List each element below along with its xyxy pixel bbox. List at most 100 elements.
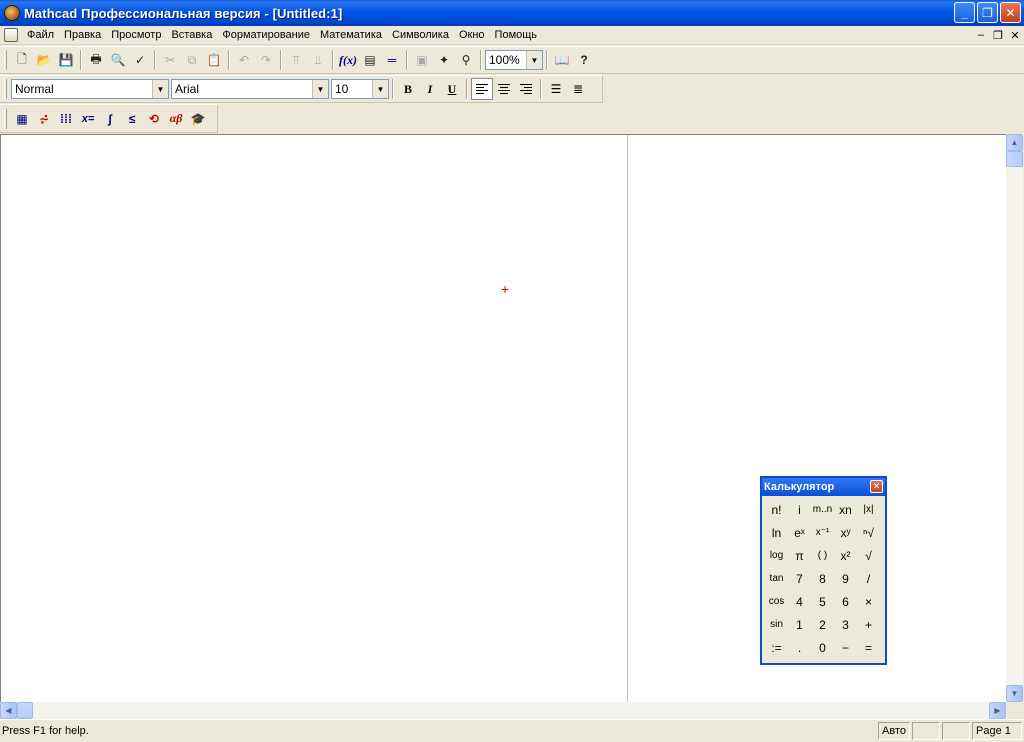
document-icon[interactable]: [4, 28, 18, 42]
symbolic-toolbar-icon[interactable]: 🎓: [187, 108, 209, 130]
calculator-key[interactable]: cos: [765, 590, 788, 613]
boolean-toolbar-icon[interactable]: ≤: [121, 108, 143, 130]
undo-icon[interactable]: ↶: [233, 49, 255, 71]
calculator-key[interactable]: 8: [811, 567, 834, 590]
resource-center-icon[interactable]: 📖: [551, 49, 573, 71]
chevron-down-icon[interactable]: ▼: [526, 51, 542, 69]
menu-format[interactable]: Форматирование: [217, 29, 315, 41]
calculator-key[interactable]: 2: [811, 613, 834, 636]
calculator-key[interactable]: .: [788, 636, 811, 659]
toolbar-grip[interactable]: [4, 108, 7, 129]
numbered-list-button[interactable]: ≣: [567, 78, 589, 100]
cut-icon[interactable]: ✂: [159, 49, 181, 71]
menu-insert[interactable]: Вставка: [166, 29, 217, 41]
calculate-icon[interactable]: ═: [381, 49, 403, 71]
calculator-key[interactable]: 7: [788, 567, 811, 590]
chevron-down-icon[interactable]: ▼: [152, 80, 168, 98]
chevron-down-icon[interactable]: ▼: [372, 80, 388, 98]
toolbar-grip[interactable]: [4, 50, 7, 70]
underline-button[interactable]: U: [441, 78, 463, 100]
menu-math[interactable]: Математика: [315, 29, 387, 41]
calculator-key[interactable]: i: [788, 498, 811, 521]
greek-toolbar-icon[interactable]: αβ: [165, 108, 187, 130]
calculator-key[interactable]: 1: [788, 613, 811, 636]
menu-window[interactable]: Окно: [454, 29, 490, 41]
calculus-toolbar-icon[interactable]: ∫: [99, 108, 121, 130]
align-left-button[interactable]: [471, 78, 493, 100]
new-document-icon[interactable]: 🗋: [11, 49, 33, 71]
insert-component-icon[interactable]: ▣: [411, 49, 433, 71]
calculator-key[interactable]: :=: [765, 636, 788, 659]
calculator-toolbar-icon[interactable]: ▦: [11, 108, 33, 130]
help-icon[interactable]: ?: [573, 49, 595, 71]
horizontal-scroll-thumb[interactable]: [17, 702, 33, 719]
calculator-key[interactable]: m..n: [811, 498, 834, 521]
calculator-key[interactable]: eˣ: [788, 521, 811, 544]
menu-view[interactable]: Просмотр: [106, 29, 166, 41]
font-select[interactable]: Arial ▼: [171, 79, 329, 99]
zoom-select[interactable]: 100% ▼: [485, 50, 543, 70]
open-folder-icon[interactable]: 📂: [33, 49, 55, 71]
graph-toolbar-icon[interactable]: ⩫: [33, 108, 55, 130]
doc-minimize-icon[interactable]: –: [974, 28, 988, 42]
calculator-key[interactable]: +: [857, 613, 880, 636]
scroll-right-icon[interactable]: ▶: [989, 702, 1006, 719]
calculator-key[interactable]: −: [834, 636, 857, 659]
doc-close-icon[interactable]: ✕: [1008, 28, 1022, 42]
calculator-key[interactable]: 0: [811, 636, 834, 659]
calculator-key[interactable]: 4: [788, 590, 811, 613]
calculator-key[interactable]: x⁻¹: [811, 521, 834, 544]
align-down-icon[interactable]: ⫫: [307, 49, 329, 71]
calculator-close-icon[interactable]: ✕: [870, 480, 883, 493]
mathcad-app-icon[interactable]: [4, 5, 20, 21]
vertical-scrollbar[interactable]: ▲ ▼: [1006, 134, 1023, 702]
scroll-up-icon[interactable]: ▲: [1006, 134, 1023, 151]
align-center-button[interactable]: [493, 78, 515, 100]
calculator-key[interactable]: /: [857, 567, 880, 590]
calculator-key[interactable]: ln: [765, 521, 788, 544]
style-select[interactable]: Normal ▼: [11, 79, 169, 99]
calculator-key[interactable]: xʸ: [834, 521, 857, 544]
menu-symbolics[interactable]: Символика: [387, 29, 454, 41]
bullet-list-button[interactable]: ☰: [545, 78, 567, 100]
calculator-key[interactable]: xn: [834, 498, 857, 521]
close-button[interactable]: ✕: [1000, 2, 1021, 23]
horizontal-scrollbar[interactable]: ◀ ▶: [0, 702, 1006, 719]
doc-restore-icon[interactable]: ❐: [991, 28, 1005, 42]
status-calc-mode[interactable]: Авто: [878, 722, 910, 740]
print-icon[interactable]: 🖶: [85, 49, 107, 71]
calculator-key[interactable]: ( ): [811, 544, 834, 567]
save-icon[interactable]: 💾: [55, 49, 77, 71]
calculator-key[interactable]: log: [765, 544, 788, 567]
calculator-title-bar[interactable]: Калькулятор ✕: [762, 478, 885, 496]
calculator-key[interactable]: tan: [765, 567, 788, 590]
title-bar[interactable]: Mathcad Профессиональная версия - [Untit…: [0, 0, 1024, 26]
calculator-key[interactable]: 6: [834, 590, 857, 613]
redo-icon[interactable]: ↷: [255, 49, 277, 71]
calculator-key[interactable]: ⁿ√: [857, 521, 880, 544]
calculator-key[interactable]: sin: [765, 613, 788, 636]
insert-unit-icon[interactable]: ▤: [359, 49, 381, 71]
calculator-key[interactable]: 5: [811, 590, 834, 613]
resource-tree-icon[interactable]: ⚲: [455, 49, 477, 71]
run-script-icon[interactable]: ✦: [433, 49, 455, 71]
calculator-key[interactable]: |x|: [857, 498, 880, 521]
scroll-left-icon[interactable]: ◀: [0, 702, 17, 719]
calculator-key[interactable]: 3: [834, 613, 857, 636]
calculator-key[interactable]: 9: [834, 567, 857, 590]
align-right-button[interactable]: [515, 78, 537, 100]
evaluation-toolbar-icon[interactable]: x=: [77, 108, 99, 130]
bold-button[interactable]: B: [397, 78, 419, 100]
paste-icon[interactable]: 📋: [203, 49, 225, 71]
scroll-down-icon[interactable]: ▼: [1006, 685, 1023, 702]
menu-file[interactable]: Файл: [22, 29, 59, 41]
programming-toolbar-icon[interactable]: ⟲: [143, 108, 165, 130]
font-size-select[interactable]: 10 ▼: [331, 79, 389, 99]
matrix-toolbar-icon[interactable]: ⁞⁞⁞: [55, 108, 77, 130]
chevron-down-icon[interactable]: ▼: [312, 80, 328, 98]
calculator-key[interactable]: n!: [765, 498, 788, 521]
calculator-key[interactable]: ×: [857, 590, 880, 613]
calculator-key[interactable]: π: [788, 544, 811, 567]
toolbar-grip[interactable]: [4, 79, 7, 99]
minimize-button[interactable]: _: [954, 2, 975, 23]
